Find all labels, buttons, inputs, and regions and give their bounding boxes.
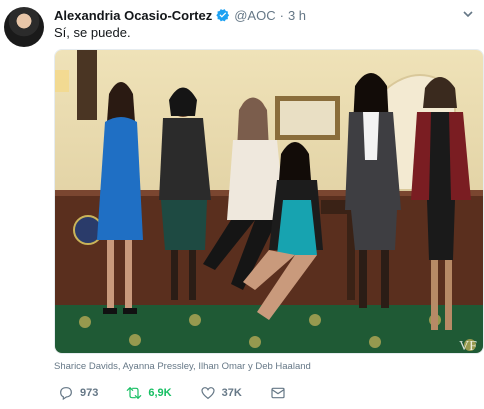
verified-badge-icon (216, 9, 230, 22)
retweet-button[interactable]: 6,9K (126, 385, 172, 401)
group-portrait-image: VF (55, 50, 483, 354)
tweet-photo[interactable]: VF (54, 49, 484, 354)
tweet-actions: 973 6,9K 37K (58, 385, 320, 401)
envelope-icon (271, 387, 285, 399)
retweet-icon (127, 387, 142, 399)
like-button[interactable]: 37K (200, 385, 242, 401)
tweet-text: Sí, se puede. (54, 25, 131, 40)
tweet-header: Alexandria Ocasio-Cortez @AOC · 3 h (54, 6, 474, 24)
reply-icon (60, 387, 72, 401)
direct-message-button[interactable] (270, 385, 292, 401)
like-count: 37K (221, 387, 242, 399)
separator-dot: · (279, 7, 284, 23)
heart-icon (201, 387, 215, 400)
retweet-count: 6,9K (148, 387, 172, 399)
tweet-timestamp[interactable]: 3 h (288, 8, 306, 23)
author-avatar[interactable] (4, 7, 44, 47)
reply-count: 973 (80, 387, 99, 399)
photo-caption: Sharice Davids, Ayanna Pressley, Ilhan O… (54, 361, 311, 372)
reply-button[interactable]: 973 (58, 385, 98, 401)
author-name[interactable]: Alexandria Ocasio-Cortez (54, 8, 212, 23)
chevron-down-icon[interactable] (462, 8, 474, 20)
photo-watermark: VF (459, 339, 477, 354)
author-handle[interactable]: @AOC (234, 8, 275, 23)
